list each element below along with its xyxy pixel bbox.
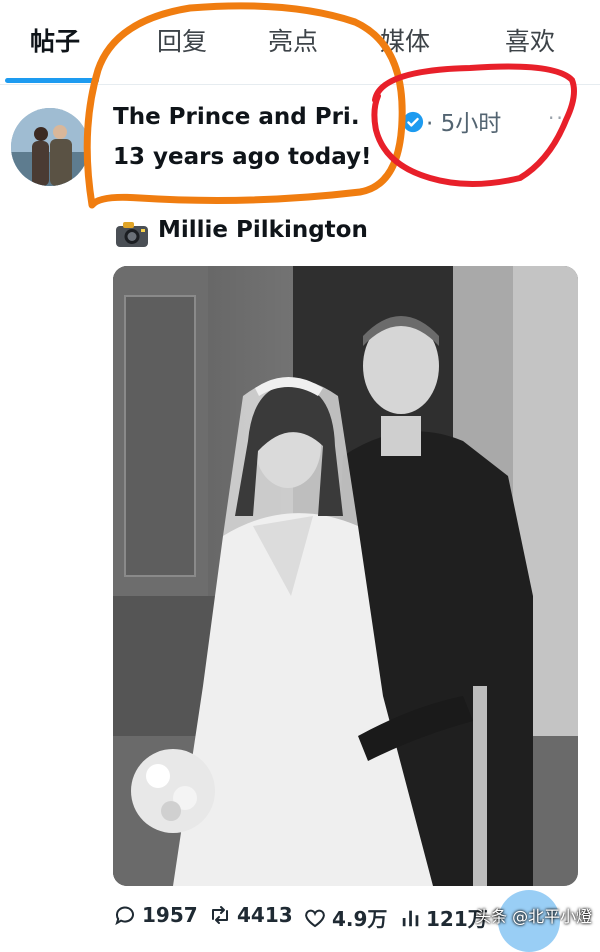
reply-icon	[115, 906, 134, 926]
tab-posts[interactable]: 帖子	[30, 22, 80, 58]
reply-count: 1957	[142, 903, 198, 927]
wedding-photo	[113, 266, 578, 886]
repost-button[interactable]: 4413	[207, 903, 293, 927]
heart-icon	[305, 909, 325, 927]
tab-media[interactable]: 媒体	[380, 22, 430, 58]
avatar[interactable]	[11, 108, 89, 186]
tab-highlights[interactable]: 亮点	[268, 22, 318, 58]
repost-icon	[212, 906, 228, 924]
repost-count: 4413	[237, 903, 293, 927]
camera-icon	[116, 222, 148, 247]
views-chart-icon	[402, 910, 419, 926]
avatar-image	[11, 108, 89, 186]
like-button[interactable]: 4.9万	[302, 903, 387, 932]
watermark: 头条 @北平小燈	[475, 907, 593, 926]
profile-tabs: 帖子 回复 亮点 媒体 喜欢	[0, 0, 600, 85]
reply-button[interactable]: 1957	[112, 903, 198, 927]
like-count: 4.9万	[332, 907, 388, 931]
tab-replies[interactable]: 回复	[157, 22, 207, 58]
verified-badge-icon	[402, 111, 424, 133]
post-image[interactable]	[113, 266, 578, 886]
tab-likes[interactable]: 喜欢	[505, 22, 555, 58]
more-options-icon[interactable]: ···	[548, 106, 573, 130]
active-tab-indicator	[5, 78, 99, 83]
post-timestamp[interactable]: · 5小时	[426, 104, 501, 138]
post-text: 13 years ago today!	[113, 144, 372, 170]
author-name[interactable]: The Prince and Pri.	[113, 104, 360, 130]
photo-credit: Millie Pilkington	[158, 217, 368, 243]
